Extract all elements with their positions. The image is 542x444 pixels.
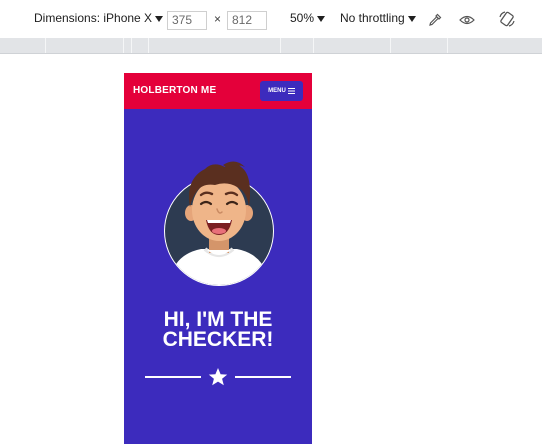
hamburger-icon xyxy=(287,88,295,94)
dimensions-dropdown[interactable]: Dimensions: iPhone X xyxy=(34,11,164,25)
device-viewport: HOLBERTON ME MENU HI, I'M THE CHECKER! xyxy=(124,73,312,444)
star-divider xyxy=(145,368,291,386)
ruler-segment xyxy=(148,38,149,53)
eye-icon[interactable] xyxy=(459,14,475,26)
zoom-dropdown[interactable]: 50% xyxy=(290,11,326,25)
dimensions-label: Dimensions: iPhone X xyxy=(34,11,153,25)
hero-title-line-2: CHECKER! xyxy=(162,328,274,351)
menu-button[interactable]: MENU xyxy=(260,81,303,101)
hero-title: HI, I'M THE CHECKER! xyxy=(124,308,312,351)
rotate-icon[interactable] xyxy=(498,10,516,28)
device-toolbar: Dimensions: iPhone X 375 × 812 50% No th… xyxy=(0,0,542,39)
zoom-label: 50% xyxy=(290,11,315,25)
throttling-dropdown[interactable]: No throttling xyxy=(340,11,416,25)
ruler-segment xyxy=(447,38,448,53)
chevron-down-icon xyxy=(317,15,326,22)
ruler-segment xyxy=(390,38,391,53)
site-navbar: HOLBERTON ME MENU xyxy=(124,73,312,109)
chevron-down-icon xyxy=(155,15,164,22)
menu-label: MENU xyxy=(268,88,286,94)
times-symbol: × xyxy=(214,12,222,26)
hero-title-line-1: HI, I'M THE xyxy=(163,308,273,331)
width-input[interactable]: 375 xyxy=(167,11,207,30)
ruler-segment xyxy=(131,38,132,53)
chevron-down-icon xyxy=(407,15,416,22)
media-query-ruler[interactable] xyxy=(0,38,542,54)
divider-line-left xyxy=(145,376,201,378)
ruler-segment xyxy=(45,38,46,53)
avatar xyxy=(164,161,274,286)
star-icon xyxy=(208,368,228,386)
ruler-segment xyxy=(280,38,281,53)
throttling-label: No throttling xyxy=(340,11,405,25)
divider-line-right xyxy=(235,376,291,378)
height-input[interactable]: 812 xyxy=(227,11,267,30)
ruler-segment xyxy=(313,38,314,53)
ruler-segment xyxy=(123,38,124,53)
site-brand[interactable]: HOLBERTON ME xyxy=(133,85,216,96)
eyedropper-icon[interactable] xyxy=(427,12,443,28)
